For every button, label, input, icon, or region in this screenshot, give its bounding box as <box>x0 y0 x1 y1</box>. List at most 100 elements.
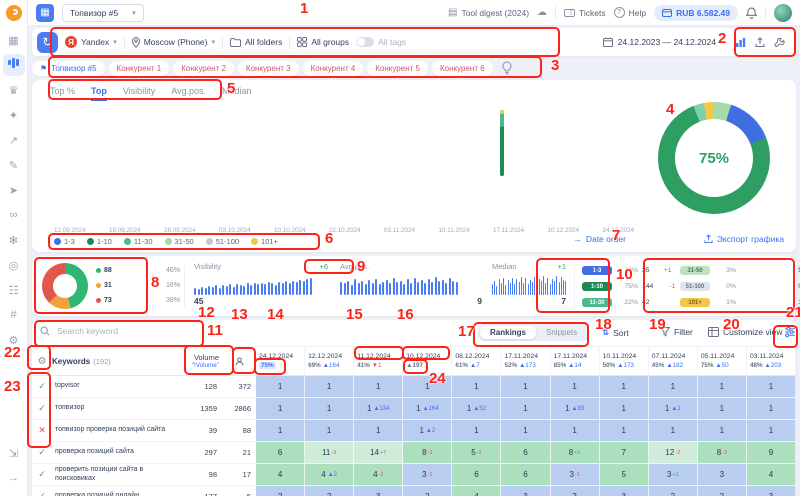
position-cell[interactable]: 4-2 <box>354 464 403 485</box>
position-cell[interactable]: 1 <box>452 376 501 397</box>
team-icon[interactable]: ☷ <box>3 279 25 301</box>
table-settings-button[interactable] <box>784 326 796 338</box>
topvisor-logo[interactable] <box>6 5 22 21</box>
competitor-tab[interactable]: Конкурент 6 <box>432 61 493 76</box>
legend-item[interactable]: 1-3 <box>54 237 75 246</box>
position-cell[interactable]: 7 <box>600 442 649 463</box>
position-cell[interactable]: 1▲164 <box>403 398 452 419</box>
position-cell[interactable]: 3 <box>698 464 747 485</box>
hint-lamp-icon[interactable] <box>502 61 512 75</box>
table-row[interactable]: ✕топвизор проверка позиций сайта39881111… <box>32 420 796 442</box>
position-cell[interactable]: 1 <box>551 420 600 441</box>
keyword-cell[interactable]: проверить позиции сайта в поисковиках <box>52 464 186 485</box>
cloud-sync-icon[interactable]: ☁ <box>537 7 547 18</box>
position-cell[interactable]: 3+1 <box>649 464 698 485</box>
competitor-tab[interactable]: Конкурент 5 <box>367 61 428 76</box>
groups-select[interactable]: All groups <box>297 37 349 47</box>
position-cell[interactable]: 1 <box>501 420 550 441</box>
competitor-tab[interactable]: Конкурент 3 <box>238 61 299 76</box>
position-cell[interactable]: 5 <box>600 464 649 485</box>
position-cell[interactable]: 1 <box>256 398 305 419</box>
chart-tab[interactable]: Visibility <box>123 86 155 101</box>
date-column-header[interactable]: 24.12.202475% <box>256 347 305 375</box>
date-column-header[interactable]: 08.12.202461%▲7 <box>452 347 501 375</box>
legend-item[interactable]: 31-50 <box>165 237 194 246</box>
position-bucket-row[interactable]: 11-3022%42 <box>582 295 648 310</box>
date-range-picker[interactable]: 24.12.2023 — 24.12.2024 <box>603 37 716 47</box>
keyword-cell[interactable]: проверка позиций сайта <box>52 442 186 463</box>
position-bucket-row[interactable]: 51-1000%0-2 <box>680 279 800 294</box>
search-engine-select[interactable]: Я Yandex ▾ <box>65 36 117 48</box>
position-cell[interactable]: 6 <box>256 442 305 463</box>
date-column-header[interactable]: 17.11.202452%▲173 <box>501 347 550 375</box>
position-cell[interactable]: 2 <box>403 486 452 496</box>
refresh-button[interactable]: ↻ <box>37 32 58 53</box>
position-cell[interactable]: 1 <box>501 398 550 419</box>
position-cell[interactable]: 1 <box>698 398 747 419</box>
apps-icon[interactable]: ▦ <box>3 29 25 51</box>
competitor-tab[interactable]: Конкурент 4 <box>303 61 364 76</box>
balance-button[interactable]: RUB 6.582.49 <box>654 5 738 21</box>
position-cell[interactable]: 4 <box>747 464 796 485</box>
date-column-header[interactable]: 10.12.2024▲197 <box>403 347 452 375</box>
position-cell[interactable]: 1 <box>354 376 403 397</box>
position-cell[interactable]: 9 <box>747 442 796 463</box>
tab-rankings[interactable]: Rankings <box>480 326 536 339</box>
position-cell[interactable]: 12-2 <box>649 442 698 463</box>
position-cell[interactable]: 1 <box>600 376 649 397</box>
position-cell[interactable]: 2 <box>305 486 354 496</box>
chart-tab[interactable]: Top % <box>50 86 75 101</box>
keyword-cell[interactable]: проверка позиций онлайн <box>52 486 186 496</box>
search-box[interactable] <box>40 325 185 337</box>
position-cell[interactable]: 1 <box>501 376 550 397</box>
position-cell[interactable]: 6 <box>452 464 501 485</box>
personal-column-header[interactable] <box>222 347 256 375</box>
tool-digest-link[interactable]: ▤ Tool digest (2024) <box>448 7 529 18</box>
position-cell[interactable]: 11-3 <box>305 442 354 463</box>
legend-item[interactable]: 11-30 <box>124 237 153 246</box>
table-row[interactable]: ✓топвизор13592866111▲1341▲1641▲5211▲8311… <box>32 398 796 420</box>
keywords-column-header[interactable]: Keywords (192) <box>52 347 186 375</box>
position-bucket-row[interactable]: 31-503%5+3 <box>680 263 800 278</box>
legend-item[interactable]: 101+ <box>251 237 278 246</box>
toggle-switch[interactable] <box>356 37 374 47</box>
position-cell[interactable]: 3 <box>747 486 796 496</box>
position-cell[interactable]: 1▲134 <box>354 398 403 419</box>
notifications-bell-icon[interactable] <box>746 7 757 19</box>
volume-column-header[interactable]: Volume "!Volume" <box>186 347 222 375</box>
position-cell[interactable]: 2 <box>698 486 747 496</box>
table-row[interactable]: ✓проверка позиций сайта29721611-314+78-1… <box>32 442 796 464</box>
date-column-header[interactable]: 07.11.202445%▲182 <box>649 347 698 375</box>
legend-item[interactable]: 1-10 <box>87 237 112 246</box>
position-cell[interactable]: 4 <box>256 464 305 485</box>
position-cell[interactable]: 1 <box>403 376 452 397</box>
chart-tab[interactable]: Median <box>222 86 252 101</box>
position-cell[interactable]: 8-3 <box>698 442 747 463</box>
position-cell[interactable]: 2 <box>256 486 305 496</box>
project-select[interactable]: Топвизор #5 ▾ <box>62 4 144 22</box>
legend-item[interactable]: 51-100 <box>206 237 239 246</box>
position-cell[interactable]: 1 <box>600 420 649 441</box>
structure-icon[interactable]: # <box>3 304 25 326</box>
position-cell[interactable]: 1 <box>256 420 305 441</box>
position-cell[interactable]: 8+1 <box>551 442 600 463</box>
settings-gear-icon[interactable]: ⚙ <box>3 329 25 351</box>
median-panel[interactable]: Median+1 7 <box>492 262 566 307</box>
region-select[interactable]: Moscow (Phone) ▾ <box>132 37 215 48</box>
position-cell[interactable]: 1 <box>649 376 698 397</box>
position-cell[interactable]: 1 <box>305 398 354 419</box>
tickets-link[interactable]: Tickets <box>564 8 606 18</box>
links-icon[interactable]: ∞ <box>3 204 25 226</box>
target-icon[interactable]: ◎ <box>3 254 25 276</box>
position-cell[interactable]: 1▲2 <box>403 420 452 441</box>
date-column-header[interactable]: 10.11.202450%▲173 <box>600 347 649 375</box>
position-cell[interactable]: 1▲52 <box>452 398 501 419</box>
position-cell[interactable]: 4▲2 <box>305 464 354 485</box>
chart-view-icon[interactable] <box>735 37 746 48</box>
position-cell[interactable]: 3 <box>600 486 649 496</box>
position-cell[interactable]: 1▲1 <box>649 398 698 419</box>
position-cell[interactable]: 2 <box>649 486 698 496</box>
position-cell[interactable]: 1▲83 <box>551 398 600 419</box>
position-cell[interactable]: 3 <box>354 486 403 496</box>
position-cell[interactable]: 1 <box>354 420 403 441</box>
